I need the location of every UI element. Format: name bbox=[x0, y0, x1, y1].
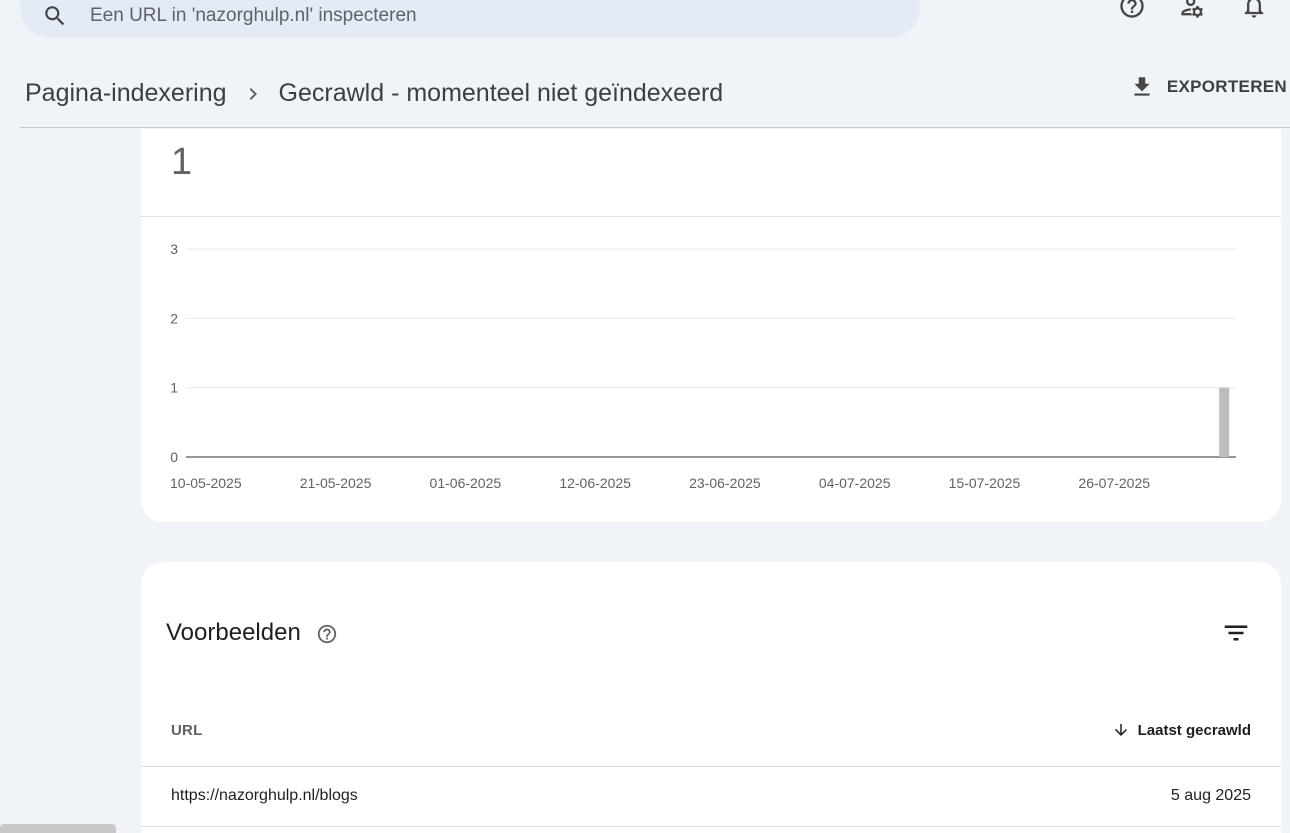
export-button[interactable]: EXPORTEREN bbox=[1129, 74, 1287, 100]
help-circle-icon[interactable] bbox=[1118, 0, 1146, 20]
table-row[interactable]: https://nazorghulp.nl/blogs 5 aug 2025 bbox=[141, 767, 1281, 827]
chevron-right-icon bbox=[249, 87, 257, 100]
export-label: EXPORTEREN bbox=[1166, 77, 1287, 96]
total-count: 1 bbox=[171, 141, 193, 183]
last-crawled-label: Laatst gecrawld bbox=[1137, 721, 1251, 739]
y-tick-label: 2 bbox=[170, 310, 178, 326]
x-tick-label: 21-05-2025 bbox=[300, 475, 372, 491]
x-tick-label: 04-07-2025 bbox=[819, 475, 891, 491]
y-tick-label: 0 bbox=[170, 449, 178, 465]
manage-accounts-icon[interactable] bbox=[1179, 0, 1207, 20]
help-icon[interactable] bbox=[316, 623, 338, 645]
search-input[interactable] bbox=[90, 4, 690, 27]
horizontal-scrollbar[interactable] bbox=[0, 824, 116, 833]
divider bbox=[141, 826, 1281, 827]
page-title: Gecrawld - momenteel niet geïndexeerd bbox=[278, 79, 724, 107]
x-tick-label: 01-06-2025 bbox=[430, 475, 502, 491]
top-toolbar bbox=[1118, 0, 1268, 20]
arrow-down-icon bbox=[1114, 724, 1127, 736]
y-tick-label: 1 bbox=[170, 380, 178, 396]
download-icon bbox=[1134, 77, 1150, 96]
page-header: Pagina-indexering Gecrawld - momenteel n… bbox=[20, 60, 1290, 128]
column-header-url[interactable]: URL bbox=[171, 722, 202, 739]
x-tick-label: 15-07-2025 bbox=[949, 475, 1021, 491]
search-icon[interactable] bbox=[42, 3, 68, 29]
x-tick-label: 10-05-2025 bbox=[170, 475, 242, 491]
x-tick-label: 23-06-2025 bbox=[689, 475, 761, 491]
x-tick-label: 12-06-2025 bbox=[559, 475, 631, 491]
chart-card: 1 0 1 2 3 10-05-2025 21-05-2025 01-06-2025 12-0… bbox=[141, 129, 1281, 522]
x-tick-label: 26-07-2025 bbox=[1078, 475, 1150, 491]
row-url: https://nazorghulp.nl/blogs bbox=[171, 787, 358, 804]
filter-icon[interactable] bbox=[1221, 618, 1251, 648]
column-header-last-crawled[interactable]: Laatst gecrawld bbox=[1112, 721, 1251, 739]
breadcrumb-parent-link[interactable]: Pagina-indexering bbox=[25, 79, 227, 108]
chart-bar bbox=[1219, 387, 1230, 457]
row-last-crawled: 5 aug 2025 bbox=[1170, 787, 1251, 804]
examples-card: Voorbeelden URL Laatst gecrawld https://… bbox=[141, 562, 1281, 833]
y-tick-label: 3 bbox=[170, 241, 178, 257]
notifications-icon[interactable] bbox=[1240, 0, 1268, 20]
pages-chart: 0 1 2 3 10-05-2025 21-05-2025 01-06-2025 12-06-… bbox=[170, 241, 1236, 491]
examples-title: Voorbeelden bbox=[166, 619, 301, 646]
url-inspection-search[interactable] bbox=[20, 0, 920, 37]
